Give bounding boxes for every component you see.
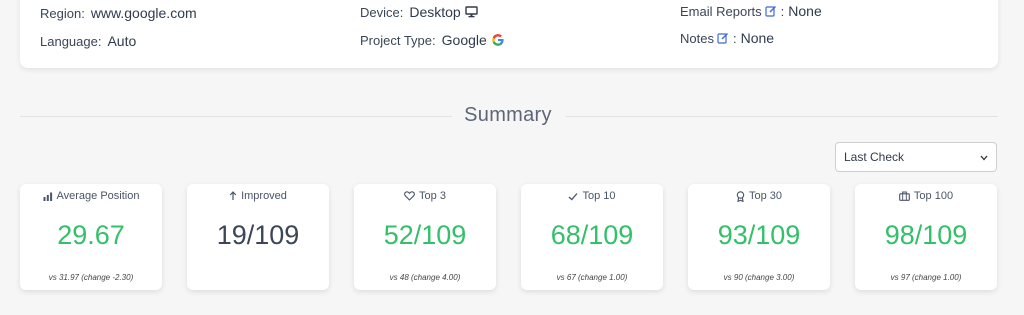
stat-card-top-3: Top 3 52/109 vs 48 (change 4.00)	[354, 184, 496, 290]
stat-label: Top 30	[748, 190, 783, 202]
stat-card-average-position: Average Position 29.67 vs 31.97 (change …	[20, 184, 162, 290]
language-value: Auto	[107, 33, 137, 49]
stat-value: 29.67	[57, 220, 125, 250]
stat-value: 93/109	[717, 220, 801, 250]
stat-card-top-10: Top 10 68/109 vs 67 (change 1.00)	[521, 184, 663, 290]
bar-chart-icon	[43, 192, 53, 201]
email-reports-row: Email Reports : None	[680, 3, 822, 19]
project-type-row: Project Type: Google	[360, 32, 505, 48]
device-label: Device:	[360, 4, 404, 20]
language-row: Language: Auto	[40, 33, 136, 49]
region-row: Region: www.google.com	[40, 5, 197, 21]
stat-value: 19/109	[216, 220, 300, 250]
stat-card-top-30: Top 30 93/109 vs 90 (change 3.00)	[688, 184, 830, 290]
notes-row: Notes : None	[680, 30, 774, 46]
period-select-value: Last Check	[844, 150, 905, 164]
edit-icon[interactable]	[717, 32, 729, 44]
check-icon	[568, 192, 578, 201]
region-label: Region:	[40, 5, 85, 21]
stat-label: Top 100	[913, 190, 954, 202]
stat-comparison: vs 97 (change 1.00)	[890, 273, 962, 282]
stat-label: Improved	[241, 190, 287, 202]
google-logo-icon	[491, 33, 505, 47]
award-icon	[736, 190, 745, 202]
summary-divider-right	[566, 116, 998, 117]
stat-label: Top 3	[419, 190, 446, 202]
language-label: Language:	[40, 33, 102, 49]
stat-value: 98/109	[884, 220, 968, 250]
notes-colon: :	[732, 30, 737, 46]
stat-comparison: vs 67 (change 1.00)	[556, 273, 628, 282]
chevron-down-icon	[980, 150, 988, 164]
arrow-up-icon	[229, 191, 237, 201]
project-info-card: Region: www.google.com Language: Auto De…	[20, 0, 998, 68]
stat-comparison: vs 48 (change 4.00)	[389, 273, 461, 282]
page: Region: www.google.com Language: Auto De…	[0, 0, 1024, 315]
briefcase-icon	[899, 191, 910, 201]
stat-card-improved: Improved 19/109	[187, 184, 329, 290]
region-value: www.google.com	[90, 5, 197, 21]
heart-icon	[404, 191, 415, 201]
stat-comparison: vs 90 (change 3.00)	[723, 273, 795, 282]
stat-value: 52/109	[383, 220, 467, 250]
notes-value: None	[740, 30, 775, 46]
project-type-value: Google	[441, 32, 487, 48]
project-type-label: Project Type:	[360, 32, 436, 48]
edit-icon[interactable]	[765, 5, 777, 17]
stat-label: Average Position	[56, 190, 140, 202]
desktop-icon	[465, 6, 478, 18]
email-reports-value: None	[788, 3, 822, 19]
notes-label: Notes	[680, 30, 714, 46]
email-reports-label: Email Reports	[680, 3, 762, 19]
device-value: Desktop	[409, 4, 461, 20]
stat-comparison: vs 31.97 (change -2.30)	[48, 273, 134, 282]
device-row: Device: Desktop	[360, 4, 478, 20]
stat-label: Top 10	[582, 190, 616, 202]
email-reports-colon: :	[780, 3, 785, 19]
stat-value: 68/109	[550, 220, 634, 250]
stat-card-top-100: Top 100 98/109 vs 97 (change 1.00)	[855, 184, 997, 290]
period-select[interactable]: Last Check	[835, 142, 997, 172]
